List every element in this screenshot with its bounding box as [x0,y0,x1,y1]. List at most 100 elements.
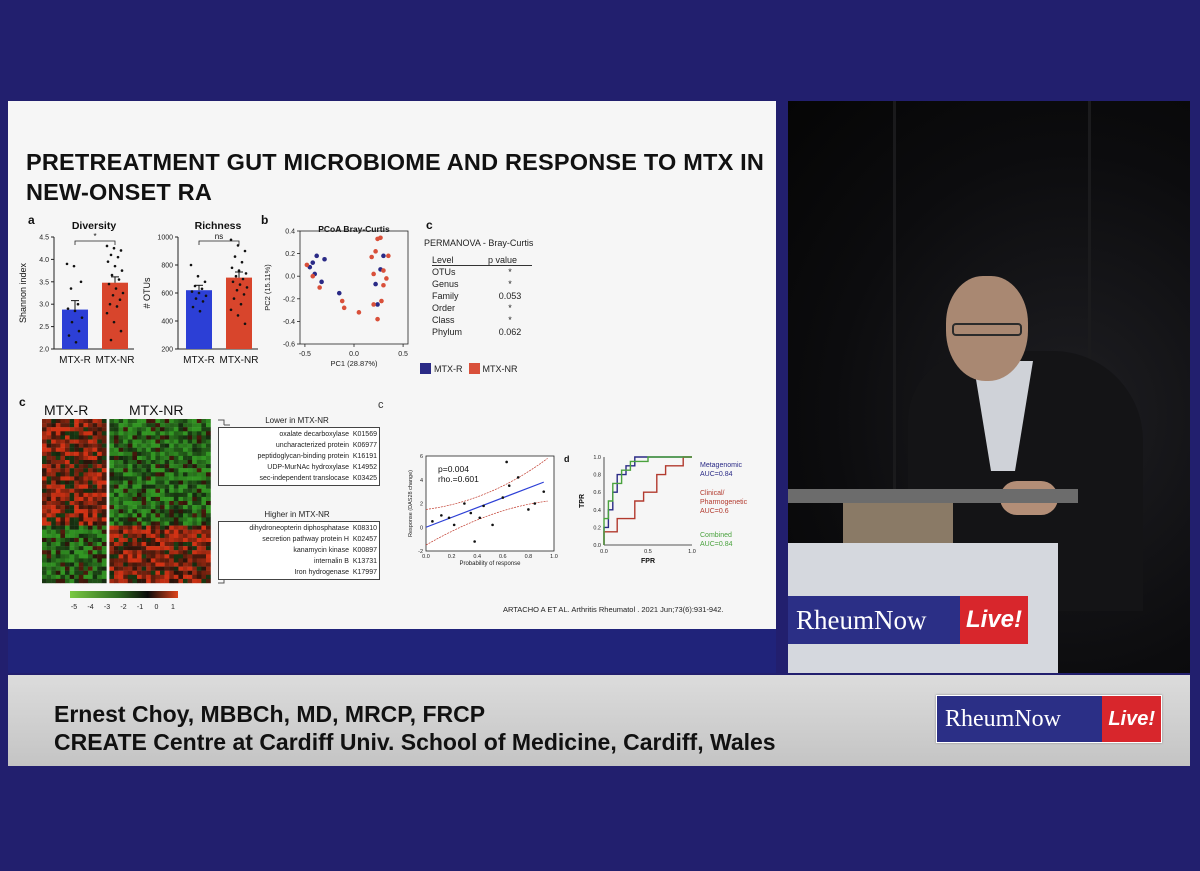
heatmap-cell [160,427,165,432]
heatmap-cell [183,447,188,452]
heatmap-cell [127,554,133,559]
heatmap-cell [46,570,52,575]
heatmap-cell [132,562,138,567]
heatmap-cell [51,468,56,473]
heatmap-cell [42,484,47,489]
heatmap-cell [83,517,89,522]
heatmap-cell [155,460,161,465]
heatmap-cell [101,451,107,457]
heatmap-cell [169,525,174,530]
y-tick-label: 3.5 [39,279,49,286]
heatmap-cell [137,484,142,489]
data-point [77,329,81,333]
heatmap-cell [187,566,193,571]
heatmap-cell [60,455,66,461]
heatmap-cell [187,447,193,452]
heatmap-cell [55,468,61,473]
heatmap-cell [97,529,102,534]
heatmap-cell [69,451,75,457]
heatmap-cell [109,537,115,543]
bar-chart-title: Richness [195,220,242,232]
heatmap-cell [65,509,70,514]
heatmap-cell [101,537,107,543]
heatmap-cell [123,525,128,530]
heatmap-cell [146,476,151,481]
heatmap-cell [141,570,147,575]
heatmap-cell [169,550,174,555]
heatmap-cell [146,509,151,514]
heatmap-cell [201,529,207,534]
heatmap-cell [78,439,84,444]
heatmap-cell [114,435,119,440]
heatmap-cell [155,509,161,514]
heatmap-cell [164,427,170,432]
heatmap-cell [88,480,93,485]
heatmap-cell [78,554,84,559]
heatmap-cell [160,496,165,502]
data-point [196,274,200,278]
heatmap-cell [187,480,193,485]
heatmap-cell [97,513,102,518]
heatmap-cell [141,435,147,440]
heatmap-cell [97,480,102,485]
heatmap-cell [137,468,142,473]
heatmap-cell [187,550,193,555]
x-axis-label: PC1 (28.87%) [330,359,378,368]
heatmap-cell [192,455,197,461]
heatmap-cell [109,501,115,506]
x-tick-label: MTX-R [59,355,91,366]
scatter-point [469,511,473,515]
heatmap-cell [127,509,133,514]
heatmap-cell [97,488,102,493]
slide-footer-band [8,629,776,673]
heatmap-cell [132,476,138,481]
heatmap-cell [88,517,93,522]
heatmap-cell [65,427,70,432]
heatmap-cell [183,443,188,448]
heatmap-cell [97,443,102,448]
heatmap-cell [146,566,151,571]
heatmap-cell [155,484,161,489]
heatmap-cell [60,570,66,575]
heatmap-cell [201,542,207,547]
heatmap-cell [173,542,179,547]
heatmap-cell [201,509,207,514]
heatmap-cell [150,505,156,510]
heatmap-cell [146,496,151,502]
heatmap-cell [42,542,47,547]
heatmap-cell [51,435,56,440]
heatmap-cell [118,447,124,452]
data-point [72,264,76,268]
heatmap-cell [101,521,107,526]
heatmap-cell [173,501,179,506]
heatmap-cell [118,439,124,444]
heatmap-cell [123,542,128,547]
heatmap-cell [78,501,84,506]
heatmap-cell [78,443,84,448]
scatter-point [369,254,374,260]
heatmap-cell [74,505,79,510]
permanova-p: * [508,267,512,277]
heatmap-cell [69,488,75,493]
heatmap-cell [196,455,202,461]
heatmap-cell [132,492,138,498]
scatter-point [542,490,546,493]
heatmap-cell [78,578,84,584]
heatmap-cell [192,570,197,575]
heatmap-cell [46,574,52,580]
heatmap-cell [127,537,133,543]
permanova-p: 0.053 [498,291,522,301]
heatmap-cell [123,443,128,448]
y-tick-label: 4.0 [39,257,49,264]
heatmap-cell [114,443,119,448]
heatmap-cell [78,476,84,481]
heatmap-cell [101,566,107,571]
heatmap-cell [78,419,84,424]
heatmap-cell [155,427,161,432]
heatmap-cell [55,451,61,457]
heatmap-cell [160,501,165,506]
heatmap-cell [132,513,138,518]
heatmap-cell [65,468,70,473]
data-point [239,302,243,306]
heatmap-cell [83,501,89,506]
